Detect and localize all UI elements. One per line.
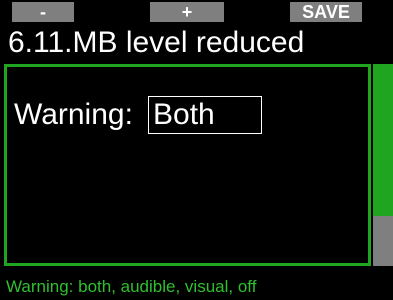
settings-panel [4,64,371,266]
page-title: 6.11.MB level reduced [8,26,305,59]
minus-softkey[interactable]: - [12,2,74,22]
plus-softkey[interactable]: + [150,2,224,22]
scrollbar-thumb[interactable] [373,64,393,216]
warning-label: Warning: [14,98,133,131]
scrollbar[interactable] [373,64,393,266]
softkey-bar: - + SAVE [0,0,393,22]
options-hint: Warning: both, audible, visual, off [6,277,257,296]
save-softkey[interactable]: SAVE [290,2,362,22]
warning-value-field[interactable]: Both [148,96,262,134]
